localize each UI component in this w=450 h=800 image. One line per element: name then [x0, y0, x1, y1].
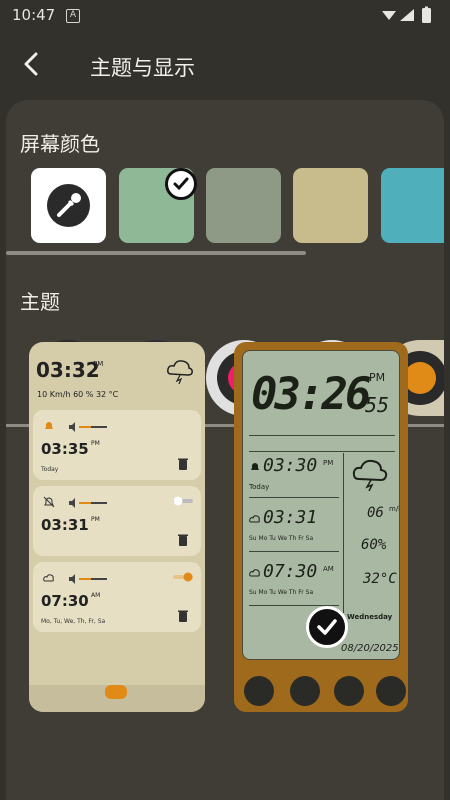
status-bar: 10:47 A: [0, 0, 450, 32]
lcd-wind-unit: m/h: [389, 505, 399, 513]
volume-slider-icon: [69, 422, 107, 432]
bell-off-icon: [43, 496, 55, 508]
active-tab-indicator: [105, 685, 127, 699]
signal-icon: [400, 9, 414, 21]
lcd-wind-value: 06: [367, 505, 384, 521]
lcd-weekday: Wednesday: [347, 613, 393, 621]
selected-preview-check-icon: [306, 606, 348, 648]
back-button[interactable]: [16, 48, 48, 80]
trash-icon: [178, 534, 188, 546]
alarm-time: 03:35: [41, 440, 89, 458]
alarm-ampm: PM: [91, 516, 100, 523]
toggle-on[interactable]: [173, 572, 193, 582]
lcd-bottom-nav: [234, 672, 408, 712]
selected-check-icon: [165, 168, 197, 200]
preview-light-theme[interactable]: 03:32 PM 10 Km/h 60 % 32 °C 03:35 PM Tod…: [29, 342, 205, 712]
preview-clock-ampm: PM: [93, 360, 104, 368]
alarm-icon: [334, 676, 364, 706]
lcd-alarm-label: Today: [249, 483, 270, 491]
page-title: 主题与显示: [90, 56, 195, 80]
lcd-alarm-time: 03:30: [263, 455, 318, 476]
timer-icon: [290, 676, 320, 706]
toggle-off[interactable]: [173, 496, 193, 506]
color-picker-button[interactable]: [31, 168, 106, 243]
trash-icon: [178, 458, 188, 470]
horizontal-scrollbar[interactable]: [6, 251, 306, 255]
cloud-alarm-icon: [43, 574, 54, 582]
preview-bottom-nav: [29, 685, 205, 712]
notification-icon: A: [66, 9, 80, 23]
preview-weather-info: 10 Km/h 60 % 32 °C: [37, 390, 119, 399]
trash-icon: [178, 610, 188, 622]
preview-lcd-theme[interactable]: 03:26 PM 55 03:30 PM Today 03:31 Su Mo T…: [234, 342, 408, 712]
section-screen-color: 屏幕颜色: [20, 132, 100, 156]
lcd-cloud-icon: [249, 569, 260, 577]
lcd-weather-icon: [352, 459, 388, 491]
preview-clock-time: 03:32: [36, 358, 100, 382]
alarm-days: Today: [41, 466, 59, 473]
battery-icon: [422, 8, 431, 23]
alarm-days: Mo, Tu, We, Th, Fr, Sa: [41, 618, 106, 625]
weather-storm-icon: [167, 360, 193, 384]
alarm-ampm: PM: [91, 440, 100, 447]
lcd-clock-seconds: 55: [365, 393, 390, 417]
color-swatch-sage[interactable]: [206, 168, 281, 243]
color-swatch-teal[interactable]: [381, 168, 444, 243]
lcd-alarm-days: Su Mo Tu We Th Fr Sa: [249, 535, 314, 542]
app-bar: 主题与显示: [0, 32, 450, 98]
bell-icon: [45, 422, 53, 429]
lcd-date: 08/20/2025: [341, 643, 399, 654]
screen-color-list: [31, 168, 444, 244]
alarm-card: 03:35 PM Today: [33, 410, 201, 480]
lcd-clock-time: 03:26: [251, 369, 371, 420]
alarm-card: 03:31 PM: [33, 486, 201, 556]
status-time: 10:47: [12, 6, 56, 24]
lcd-temperature: 32°C: [363, 571, 397, 587]
volume-slider-icon: [69, 574, 107, 584]
lcd-clock-ampm: PM: [369, 371, 386, 384]
lcd-alarm-days: Su Mo Tu We Th Fr Sa: [249, 589, 314, 596]
bell-icon: [376, 676, 406, 706]
lcd-humidity: 60%: [361, 537, 387, 553]
section-theme: 主题: [20, 290, 60, 314]
chevron-left-icon: [24, 52, 38, 76]
alarm-time: 07:30: [41, 592, 89, 610]
settings-icon: [244, 676, 274, 706]
color-swatch-sand[interactable]: [293, 168, 368, 243]
eyedropper-icon: [47, 184, 90, 227]
lcd-alarm-time: 03:31: [263, 507, 318, 528]
system-icons: [382, 6, 431, 23]
volume-slider-icon: [69, 498, 107, 508]
lcd-cloud-icon: [249, 515, 260, 523]
lcd-bell-icon: [251, 463, 259, 470]
lcd-alarm-time: 07:30: [263, 561, 318, 582]
alarm-card: 07:30 AM Mo, Tu, We, Th, Fr, Sa: [33, 562, 201, 632]
alarm-ampm: AM: [91, 592, 101, 599]
alarm-time: 03:31: [41, 516, 89, 534]
wifi-icon: [382, 11, 396, 20]
lcd-alarm-ampm: PM: [323, 459, 334, 467]
lcd-alarm-ampm: AM: [323, 565, 334, 573]
